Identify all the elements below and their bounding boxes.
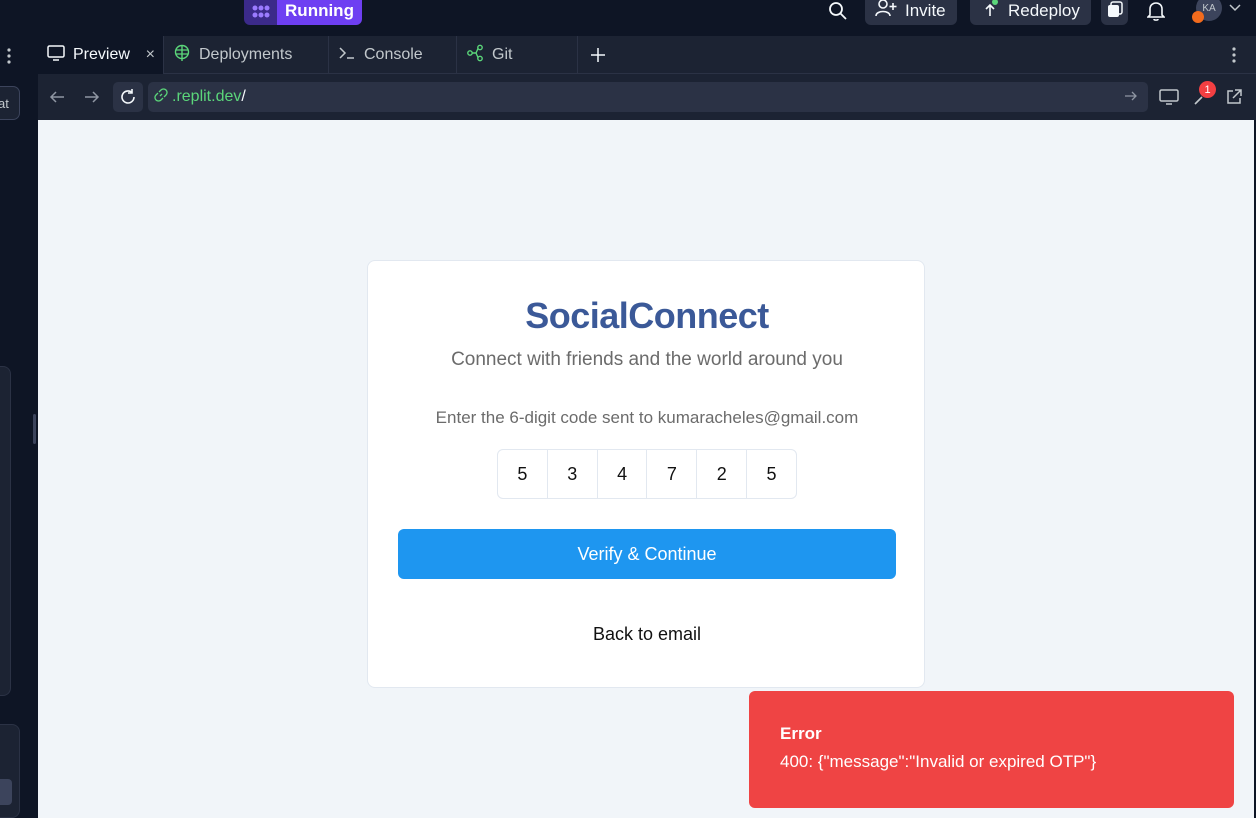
workspace-header: Running Invite Redeploy KA [0,0,1256,36]
url-domain: .replit.dev [172,88,242,105]
left-panel-card [0,366,11,696]
copy-icon [1106,1,1124,24]
resize-handle[interactable] [33,414,36,444]
otp-card: SocialConnect Connect with friends and t… [367,260,925,688]
search-icon[interactable] [826,0,850,22]
otp-instruction: Enter the 6-digit code sent to kumarache… [435,408,859,427]
tab-deployments[interactable]: Deployments [164,36,329,74]
forward-arrow-icon[interactable] [77,82,107,112]
globe-icon [173,44,191,67]
back-arrow-icon[interactable] [42,82,72,112]
verify-continue-button[interactable]: Verify & Continue [398,529,896,579]
left-panel-input[interactable] [0,724,20,818]
tab-git[interactable]: Git [457,36,578,74]
devtools-badge: 1 [1199,81,1216,98]
tab-preview[interactable]: Preview × [38,36,164,74]
invite-button[interactable]: Invite [865,0,957,25]
go-arrow-icon[interactable] [1124,89,1138,108]
tagline: Connect with friends and the world aroun… [451,349,843,370]
back-to-email-link[interactable]: Back to email [368,624,926,645]
sidebar-chip[interactable]: at [0,86,20,120]
url-input[interactable]: .replit.dev / [148,82,1148,112]
tab-label: Git [492,46,513,63]
chevron-down-icon[interactable] [1228,0,1242,16]
run-button[interactable]: Running [277,0,362,25]
otp-digit-input[interactable]: 7 [647,450,698,498]
tab-console[interactable]: Console [329,36,457,74]
open-new-tab-icon[interactable] [1219,82,1249,112]
toast-title: Error [780,724,822,743]
panel-menu-icon[interactable] [6,48,12,69]
terminal-icon [338,45,356,66]
otp-digit-input[interactable]: 5 [498,450,548,498]
toast-message: 400: {"message":"Invalid or expired OTP"… [780,752,1097,771]
sidebar-chip-label: at [0,96,9,111]
otp-digit-input[interactable]: 4 [598,450,648,498]
deploy-icon [980,0,1000,22]
redeploy-label: Redeploy [1008,0,1080,20]
otp-digit-input[interactable]: 3 [548,450,598,498]
plus-badge-icon [1192,11,1204,23]
pane-tabs: Preview × Deployments Console Git [38,36,1256,74]
otp-digit-input[interactable]: 5 [747,450,796,498]
pane-menu-icon[interactable] [1227,46,1241,64]
monitor-icon [47,44,65,66]
tab-label: Preview [73,46,130,63]
reload-icon[interactable] [113,82,143,112]
tab-label: Console [364,46,423,63]
otp-input-group: 5 3 4 7 2 5 [497,449,797,499]
device-icon[interactable] [1154,82,1184,112]
add-tab-icon[interactable] [588,45,608,65]
tab-label: Deployments [199,46,293,63]
close-icon[interactable]: × [146,46,155,64]
multiplayer-button[interactable] [1101,0,1128,25]
error-toast[interactable]: Error 400: {"message":"Invalid or expire… [749,691,1234,808]
avatar[interactable]: KA [1192,0,1226,23]
otp-digit-input[interactable]: 2 [697,450,748,498]
browser-toolbar: .replit.dev / [38,74,1256,120]
brand-title: SocialConnect [525,295,769,336]
send-button[interactable] [0,779,12,805]
run-stop-icon[interactable] [244,0,278,25]
invite-label: Invite [905,0,946,20]
git-icon [466,44,484,67]
add-user-icon [875,0,897,22]
redeploy-button[interactable]: Redeploy [970,0,1091,25]
bell-icon[interactable] [1145,0,1167,22]
link-icon [154,87,168,107]
url-path: / [241,88,246,105]
